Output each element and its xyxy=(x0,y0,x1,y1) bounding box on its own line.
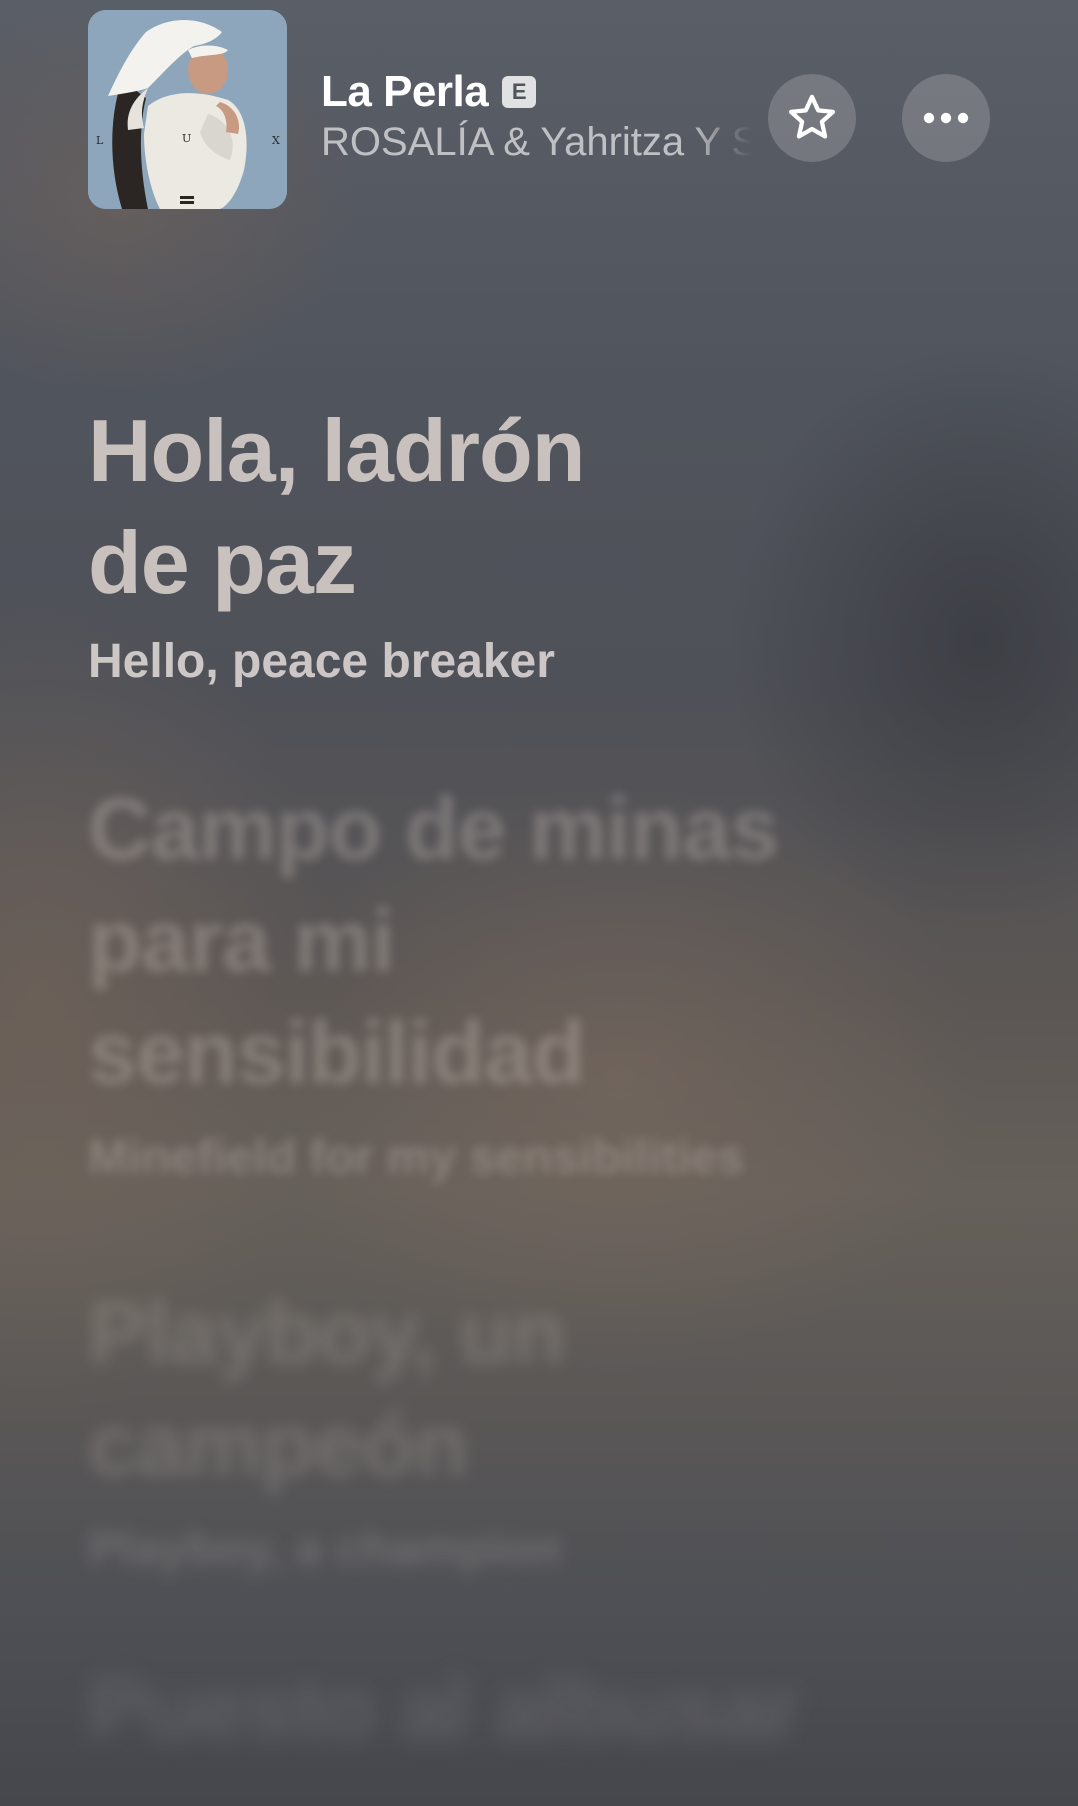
lyric-text: Hola, ladrón de paz xyxy=(88,401,586,612)
star-icon xyxy=(788,94,836,139)
album-art-letter-u: U xyxy=(182,132,192,145)
lyric-translation: Playboy, a champion xyxy=(88,1523,562,1576)
lyric-text: Campo de minas para mi sensibilidad xyxy=(88,779,779,1102)
track-info[interactable]: La Perla E ROSALÍA & Yahritza Y Su Esenc… xyxy=(321,66,761,170)
lyric-text: Playboy, un campeón xyxy=(88,1283,565,1494)
explicit-badge: E xyxy=(502,76,537,108)
album-art[interactable]: L U X xyxy=(88,10,287,209)
album-art-letter-l: L xyxy=(96,134,104,147)
lyric-line-active[interactable]: Hola, ladrón de paz Hello, peace breaker xyxy=(88,395,988,693)
favorite-button[interactable] xyxy=(768,74,856,162)
more-button[interactable] xyxy=(902,74,990,162)
lyric-line[interactable]: Playboy, un campeón Playboy, a champion xyxy=(88,1277,988,1581)
lyric-line[interactable]: Puesto al albusar xyxy=(88,1653,988,1765)
album-art-letter-x: X xyxy=(272,134,280,147)
ellipsis-icon xyxy=(923,112,969,124)
now-playing-header: L U X La Perla E ROSALÍA & Yahritza Y Su… xyxy=(0,0,1078,230)
lyric-line[interactable]: Campo de minas para mi sensibilidad Mine… xyxy=(88,773,988,1189)
album-cover-illustration xyxy=(88,10,287,209)
artist-name[interactable]: ROSALÍA & Yahritza Y Su Esencia xyxy=(321,120,761,170)
lyric-text: Puesto al albusar xyxy=(88,1659,801,1758)
lyric-translation: Hello, peace breaker xyxy=(88,635,555,688)
lyrics-view[interactable]: Hola, ladrón de paz Hello, peace breaker… xyxy=(88,395,988,1765)
track-title: La Perla xyxy=(321,67,489,116)
title-row: La Perla E xyxy=(321,66,761,118)
lyric-translation: Minefield for my sensibilities xyxy=(88,1131,745,1184)
